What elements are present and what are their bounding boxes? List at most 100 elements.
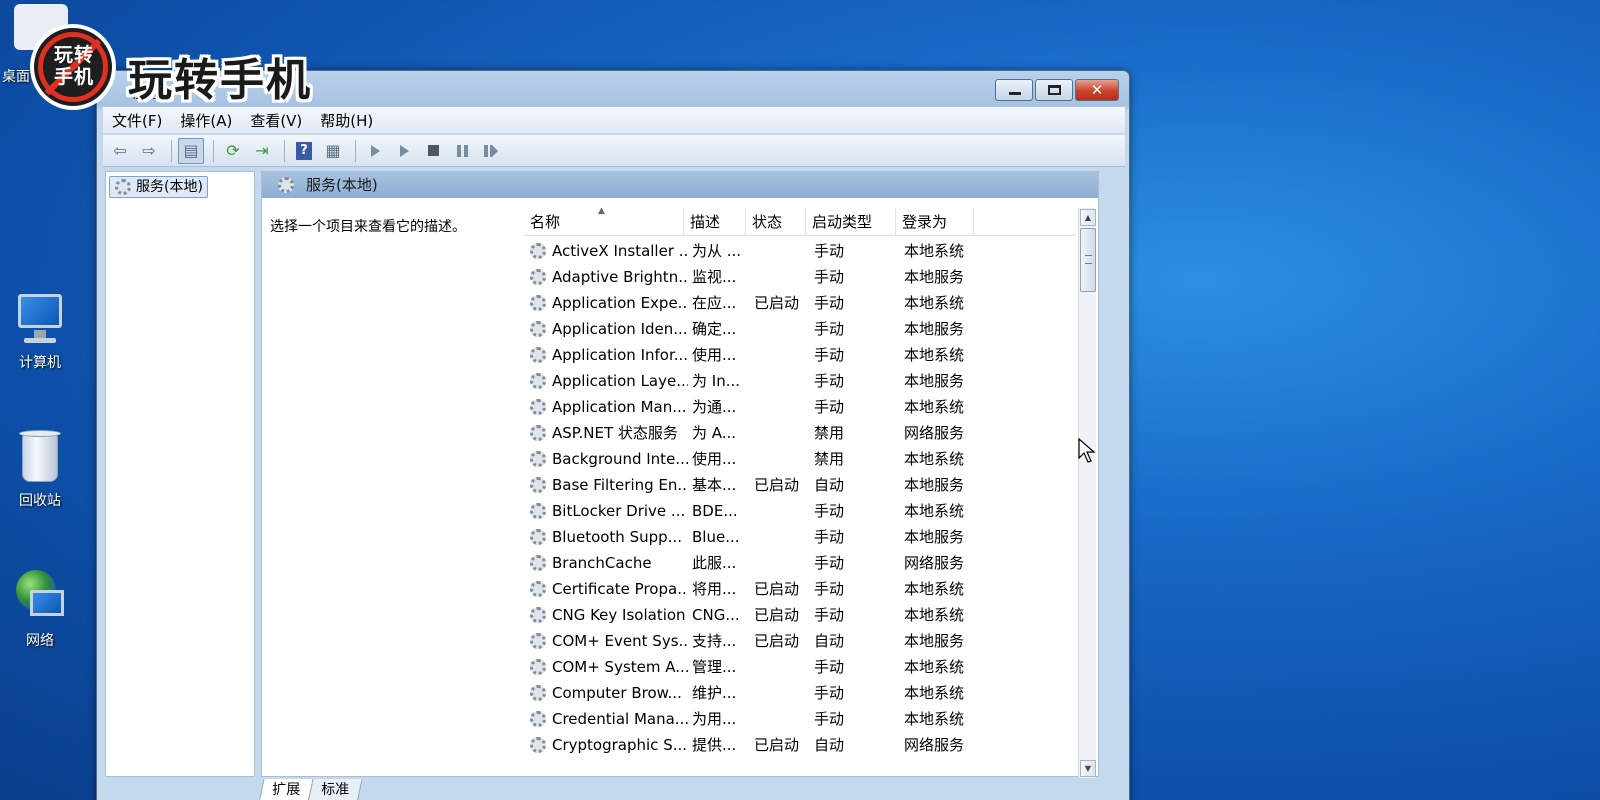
tree-item-label: 服务(本地)	[136, 179, 203, 195]
cell-startup: 手动	[814, 502, 845, 520]
cell-logon: 本地服务	[904, 632, 965, 650]
refresh-icon[interactable]: ⟳	[220, 138, 246, 164]
menu-view[interactable]: 查看(V)	[241, 110, 311, 131]
show-hide-tree-icon[interactable]: ▤	[178, 137, 204, 164]
column-header-logon-as[interactable]: 登录为	[896, 208, 974, 236]
cell-desc: 为从 ...	[692, 242, 742, 260]
service-gear-icon	[530, 347, 546, 363]
table-row[interactable]: Application Laye... 为 In... 手动 本地服务	[524, 368, 1076, 394]
cell-desc: 监视...	[692, 268, 737, 286]
table-row[interactable]: Cryptographic S... 提供... 已启动 自动 网络服务	[524, 732, 1076, 758]
menu-file[interactable]: 文件(F)	[103, 110, 171, 131]
cell-desc: 维护...	[692, 684, 737, 702]
service-gear-icon	[530, 321, 546, 337]
start-service-icon[interactable]	[362, 138, 388, 164]
start-service-alt-icon[interactable]	[391, 138, 417, 164]
properties-icon[interactable]: ▦	[320, 138, 346, 164]
scroll-down-icon[interactable]: ▼	[1080, 760, 1096, 777]
scrollbar-thumb[interactable]	[1080, 228, 1096, 292]
stop-service-icon[interactable]	[420, 138, 446, 164]
service-gear-icon	[530, 243, 546, 259]
cell-desc: 提供...	[692, 736, 737, 754]
tree-item-services-local[interactable]: 服务(本地)	[109, 176, 208, 198]
cell-startup: 手动	[814, 320, 845, 338]
table-row[interactable]: Base Filtering En... 基本... 已启动 自动 本地服务	[524, 472, 1076, 498]
description-text: 选择一个项目来查看它的描述。	[270, 219, 466, 235]
cell-name: Computer Brow...	[552, 684, 682, 702]
table-row[interactable]: Application Iden... 确定... 手动 本地服务	[524, 316, 1076, 342]
service-gear-icon	[530, 685, 546, 701]
cell-status: 已启动	[754, 632, 800, 650]
back-arrow-icon[interactable]: ⇦	[107, 138, 133, 164]
restart-service-icon[interactable]	[478, 138, 504, 164]
menu-action[interactable]: 操作(A)	[171, 110, 241, 131]
cell-startup: 手动	[814, 294, 845, 312]
cell-desc: 确定...	[692, 320, 737, 338]
cell-logon: 本地系统	[904, 684, 965, 702]
cell-name: COM+ System A...	[552, 658, 688, 676]
table-row[interactable]: Adaptive Brightn... 监视... 手动 本地服务	[524, 264, 1076, 290]
cell-desc: 基本...	[692, 476, 737, 494]
cell-logon: 本地系统	[904, 606, 965, 624]
table-row[interactable]: Credential Mana... 为用... 手动 本地系统	[524, 706, 1076, 732]
service-gear-icon	[530, 581, 546, 597]
cell-desc: 此服...	[692, 554, 737, 572]
cell-logon: 本地系统	[904, 346, 965, 364]
cell-startup: 手动	[814, 606, 845, 624]
column-header-description[interactable]: 描述	[684, 208, 746, 236]
help-icon[interactable]: ?	[291, 138, 317, 164]
forward-arrow-icon[interactable]: ⇨	[136, 138, 162, 164]
cell-startup: 手动	[814, 528, 845, 546]
export-list-icon[interactable]: ⇥	[249, 138, 275, 164]
table-row[interactable]: BitLocker Drive ... BDE... 手动 本地系统	[524, 498, 1076, 524]
table-row[interactable]: Background Inte... 使用... 禁用 本地系统	[524, 446, 1076, 472]
table-row[interactable]: BranchCache 此服... 手动 网络服务	[524, 550, 1076, 576]
recycle-bin-icon	[12, 428, 68, 486]
table-row[interactable]: Application Infor... 使用... 手动 本地系统	[524, 342, 1076, 368]
cell-logon: 本地服务	[904, 528, 965, 546]
tab-extended[interactable]: 扩展	[258, 779, 314, 800]
cell-startup: 手动	[814, 242, 845, 260]
service-gear-icon	[530, 659, 546, 675]
scroll-up-icon[interactable]: ▲	[1080, 209, 1096, 226]
console-tree: 服务(本地)	[105, 171, 255, 777]
cell-name: COM+ Event Sys...	[552, 632, 688, 650]
vertical-scrollbar[interactable]: ▲ ▼	[1078, 208, 1096, 778]
table-row[interactable]: CNG Key Isolation CNG... 已启动 手动 本地系统	[524, 602, 1076, 628]
menu-help[interactable]: 帮助(H)	[311, 110, 382, 131]
minimize-button[interactable]	[995, 79, 1033, 101]
column-header-name[interactable]: ▲ 名称	[524, 208, 684, 236]
table-row[interactable]: ASP.NET 状态服务为 A... 禁用 网络服务	[524, 420, 1076, 446]
cell-desc: 管理...	[692, 658, 737, 676]
service-gear-icon	[530, 737, 546, 753]
table-row[interactable]: Application Expe... 在应... 已启动 手动 本地系统	[524, 290, 1076, 316]
maximize-button[interactable]	[1035, 79, 1073, 101]
cell-desc: 为 In...	[692, 372, 741, 390]
table-row[interactable]: Bluetooth Supp... Blue... 手动 本地服务	[524, 524, 1076, 550]
column-header-startup-type[interactable]: 启动类型	[806, 208, 896, 236]
cell-name: Application Iden...	[552, 320, 688, 338]
table-row[interactable]: Certificate Propa... 将用... 已启动 手动 本地系统	[524, 576, 1076, 602]
mouse-cursor-icon	[1078, 438, 1096, 463]
table-row[interactable]: COM+ System A... 管理... 手动 本地系统	[524, 654, 1076, 680]
service-gear-icon	[530, 711, 546, 727]
toolbar-separator	[171, 139, 172, 162]
cell-desc: BDE...	[692, 502, 738, 520]
desktop-shortcut-label: 桌面	[2, 69, 30, 85]
table-row[interactable]: ActiveX Installer ... 为从 ... 手动 本地系统	[524, 238, 1076, 264]
cell-desc: 在应...	[692, 294, 737, 312]
desktop-icon-recycle-bin[interactable]: 回收站	[4, 428, 76, 510]
table-row[interactable]: COM+ Event Sys... 支持... 已启动 自动 本地服务	[524, 628, 1076, 654]
table-row[interactable]: Computer Brow... 维护... 手动 本地系统	[524, 680, 1076, 706]
close-button[interactable]: ✕	[1075, 79, 1119, 101]
tab-standard[interactable]: 标准	[307, 779, 363, 800]
desktop-icon-network[interactable]: 网络	[4, 568, 76, 650]
desktop-icon-computer[interactable]: 计算机	[4, 290, 76, 372]
service-gear-icon	[530, 399, 546, 415]
pause-service-icon[interactable]	[449, 138, 475, 164]
services-pane: 服务(本地) 选择一个项目来查看它的描述。 ▲ 名称 描述 状态 启动类型 登录…	[261, 171, 1099, 778]
service-gear-icon	[530, 529, 546, 545]
table-row[interactable]: Application Man... 为通... 手动 本地系统	[524, 394, 1076, 420]
cell-logon: 本地系统	[904, 398, 965, 416]
column-header-status[interactable]: 状态	[746, 208, 806, 236]
